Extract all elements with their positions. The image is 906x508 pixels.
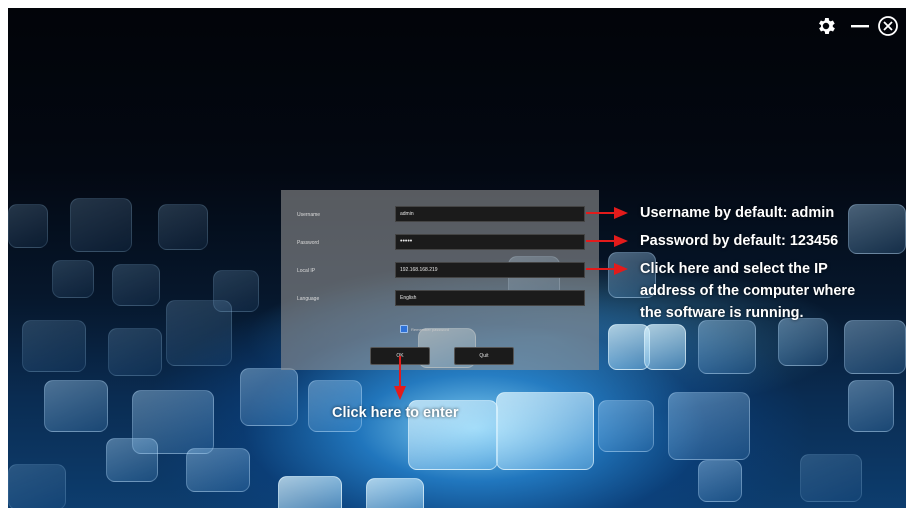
- ok-button[interactable]: OK: [370, 347, 430, 365]
- ip-note-line3: the software is running.: [640, 305, 804, 321]
- ip-note-line2: address of the computer where: [640, 283, 856, 299]
- local-ip-select[interactable]: 192.168.168.219: [395, 262, 585, 278]
- login-panel: Username admin Password ••••• Local IP 1…: [281, 190, 599, 370]
- language-select[interactable]: English: [395, 290, 585, 306]
- password-field[interactable]: •••••: [395, 234, 585, 250]
- remember-checkbox[interactable]: [400, 325, 408, 333]
- password-default-note: Password by default: 123456: [640, 233, 839, 249]
- quit-button[interactable]: Quit: [454, 347, 514, 365]
- language-label: Language: [297, 296, 320, 302]
- password-label: Password: [297, 240, 319, 246]
- enter-note: Click here to enter: [332, 405, 459, 421]
- remember-password-option[interactable]: Remember password: [400, 325, 449, 333]
- login-screen: Username admin Password ••••• Local IP 1…: [8, 8, 906, 508]
- close-button[interactable]: [874, 12, 902, 40]
- username-field[interactable]: admin: [395, 206, 585, 222]
- local-ip-label: Local IP: [297, 268, 316, 274]
- remember-label: Remember password: [411, 326, 450, 332]
- username-label: Username: [297, 212, 321, 218]
- close-circle-icon: [878, 16, 898, 36]
- ip-note-line1: Click here and select the IP: [640, 261, 828, 277]
- minimize-button[interactable]: [846, 12, 874, 40]
- minimize-icon: [851, 25, 869, 28]
- settings-button[interactable]: [812, 12, 840, 40]
- username-default-note: Username by default: admin: [640, 205, 835, 221]
- gear-icon: [819, 18, 835, 34]
